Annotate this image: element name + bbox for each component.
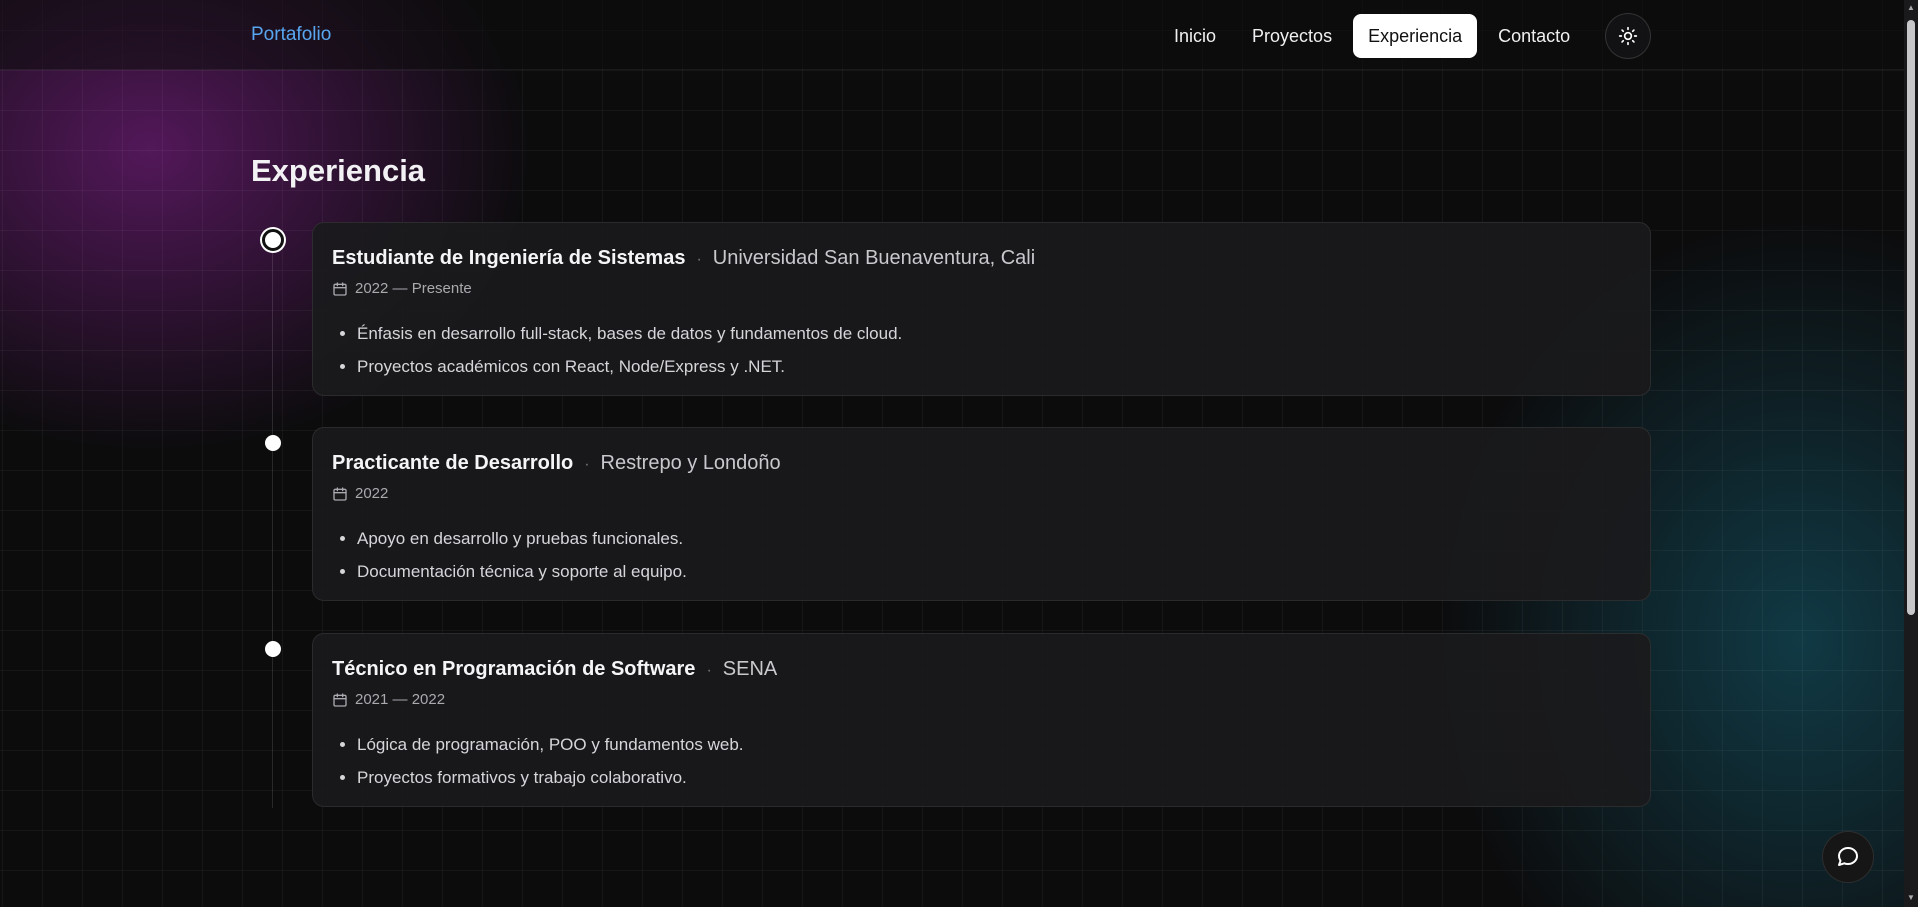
- experience-role: Técnico en Programación de Software: [332, 658, 696, 680]
- timeline-dot: [262, 229, 284, 251]
- top-navbar: Portafolio Inicio Proyectos Experiencia …: [0, 0, 1904, 70]
- nav-link-experiencia[interactable]: Experiencia: [1353, 14, 1478, 58]
- experience-bullets: Énfasis en desarrollo full-stack, bases …: [332, 317, 1650, 383]
- main-nav: Inicio Proyectos Experiencia Contacto: [1159, 13, 1652, 59]
- experience-card: Técnico en Programación de Software · SE…: [312, 633, 1651, 807]
- list-item: Énfasis en desarrollo full-stack, bases …: [357, 317, 1650, 350]
- calendar-icon: [333, 486, 347, 501]
- list-item: Apoyo en desarrollo y pruebas funcionale…: [357, 522, 1650, 555]
- experience-card: Practicante de Desarrollo · Restrepo y L…: [312, 427, 1651, 601]
- experience-date: 2021 — 2022: [355, 691, 446, 708]
- timeline-dot: [265, 435, 281, 451]
- experience-role: Practicante de Desarrollo: [332, 452, 574, 474]
- vertical-scrollbar[interactable]: ▲ ▼: [1904, 0, 1918, 907]
- sun-icon: [1619, 26, 1638, 46]
- scrollbar-thumb[interactable]: [1907, 20, 1915, 615]
- separator-dot: ·: [696, 251, 702, 268]
- list-item: Proyectos académicos con React, Node/Exp…: [357, 350, 1650, 383]
- timeline-line: [272, 240, 273, 808]
- nav-link-inicio[interactable]: Inicio: [1159, 14, 1231, 58]
- scroll-up-icon[interactable]: ▲: [1906, 3, 1916, 13]
- experience-role: Estudiante de Ingeniería de Sistemas: [332, 247, 686, 269]
- theme-toggle-button[interactable]: [1605, 13, 1652, 59]
- brand-link[interactable]: Portafolio: [251, 24, 331, 46]
- experience-date: 2022 — Presente: [355, 280, 472, 297]
- experience-organization: Restrepo y Londoño: [600, 452, 781, 474]
- experience-bullets: Apoyo en desarrollo y pruebas funcionale…: [332, 522, 1650, 588]
- experience-organization: Universidad San Buenaventura, Cali: [712, 247, 1036, 269]
- experience-card: Estudiante de Ingeniería de Sistemas · U…: [312, 222, 1651, 396]
- experience-date: 2022: [355, 485, 389, 502]
- list-item: Proyectos formativos y trabajo colaborat…: [357, 761, 1650, 794]
- scroll-down-icon[interactable]: ▼: [1906, 893, 1916, 903]
- chat-button[interactable]: [1822, 831, 1874, 883]
- chat-bubble-icon: [1838, 847, 1858, 866]
- page-title: Experiencia: [251, 153, 426, 188]
- separator-dot: ·: [706, 662, 712, 679]
- experience-organization: SENA: [722, 658, 778, 680]
- calendar-icon: [333, 281, 347, 296]
- list-item: Lógica de programación, POO y fundamento…: [357, 728, 1650, 761]
- separator-dot: ·: [584, 456, 590, 473]
- timeline-dot: [265, 641, 281, 657]
- list-item: Documentación técnica y soporte al equip…: [357, 555, 1650, 588]
- nav-link-contacto[interactable]: Contacto: [1483, 14, 1585, 58]
- nav-link-proyectos[interactable]: Proyectos: [1237, 14, 1347, 58]
- calendar-icon: [333, 692, 347, 707]
- experience-bullets: Lógica de programación, POO y fundamento…: [332, 728, 1650, 794]
